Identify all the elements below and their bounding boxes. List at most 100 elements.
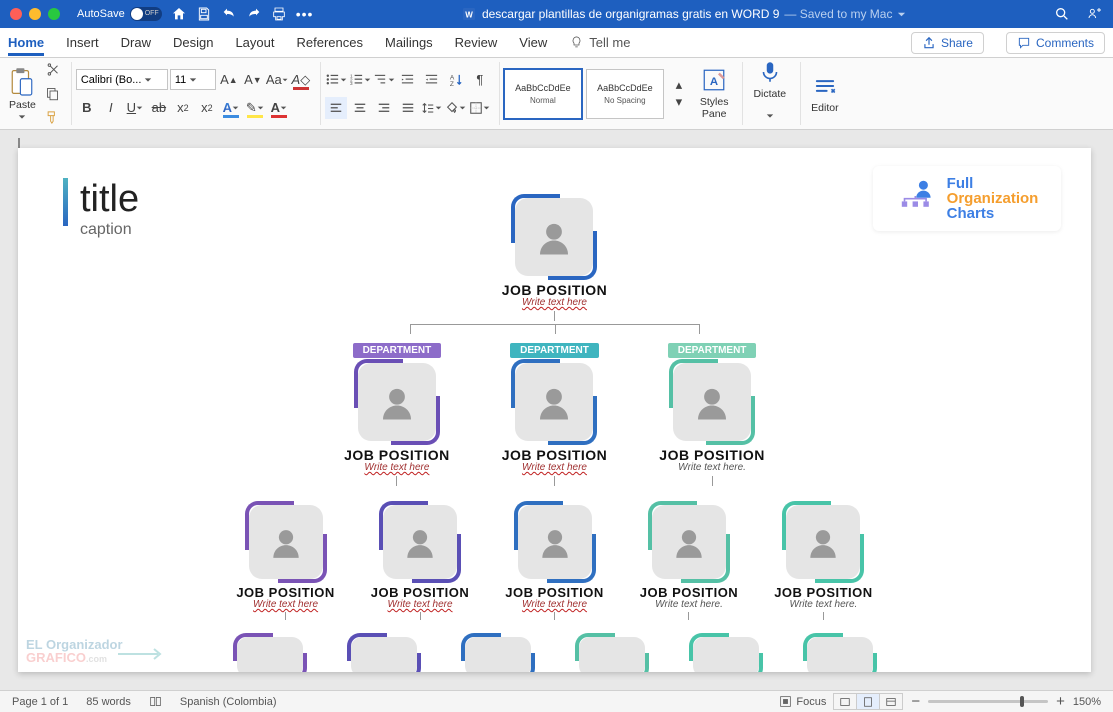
bold-button[interactable]: B (76, 97, 98, 119)
increase-indent-button[interactable] (421, 69, 443, 91)
word-count[interactable]: 85 words (86, 696, 131, 708)
chevron-down-icon[interactable] (18, 113, 26, 121)
bullets-button[interactable] (325, 69, 347, 91)
tab-insert[interactable]: Insert (66, 29, 99, 56)
maximize-window-button[interactable] (48, 8, 60, 20)
job-position-label: JOB POSITION (774, 585, 872, 600)
clear-formatting-button[interactable]: A◇ (290, 69, 312, 91)
org-node[interactable]: JOB POSITION Write text here (371, 505, 469, 623)
increase-font-button[interactable]: A▲ (218, 69, 240, 91)
spellcheck-indicator[interactable] (149, 695, 162, 708)
align-left-button[interactable] (325, 97, 347, 119)
language-indicator[interactable]: Spanish (Colombia) (180, 696, 277, 708)
decrease-font-button[interactable]: A▼ (242, 69, 264, 91)
tab-design[interactable]: Design (173, 29, 213, 56)
styles-scroll-down[interactable]: ▾ (668, 94, 690, 110)
org-node-partial[interactable] (807, 637, 873, 672)
italic-button[interactable]: I (100, 97, 122, 119)
org-node-partial[interactable] (237, 637, 303, 672)
styles-scroll-up[interactable]: ▴ (668, 77, 690, 93)
page-indicator[interactable]: Page 1 of 1 (12, 696, 68, 708)
tab-references[interactable]: References (297, 29, 363, 56)
style-normal[interactable]: AaBbCcDdEe Normal (504, 69, 582, 119)
org-node-partial[interactable] (351, 637, 417, 672)
tab-review[interactable]: Review (455, 29, 498, 56)
borders-button[interactable] (469, 97, 491, 119)
connector (712, 476, 713, 486)
focus-mode-button[interactable]: Focus (779, 695, 826, 708)
autosave-toggle[interactable]: AutoSave OFF (77, 7, 162, 21)
subscript-button[interactable]: x2 (172, 97, 194, 119)
zoom-in-button[interactable]: + (1056, 693, 1065, 710)
cut-button[interactable] (43, 60, 63, 80)
save-icon[interactable] (196, 6, 212, 22)
dictate-button[interactable]: Dictate (747, 59, 792, 129)
show-marks-button[interactable]: ¶ (469, 69, 491, 91)
tab-view[interactable]: View (519, 29, 547, 56)
zoom-slider[interactable] (928, 700, 1048, 703)
org-node[interactable]: JOB POSITION Write text here (236, 505, 334, 623)
highlight-button[interactable]: ✎ (244, 97, 266, 119)
org-node[interactable]: DEPARTMENT JOB POSITION Write text here. (659, 343, 765, 489)
org-node[interactable]: JOB POSITION Write text here (505, 505, 603, 623)
change-case-button[interactable]: Aa (266, 69, 288, 91)
line-spacing-button[interactable] (421, 97, 443, 119)
org-node-top[interactable]: JOB POSITION Write text here (502, 198, 608, 308)
copy-button[interactable] (43, 84, 63, 104)
org-node[interactable]: DEPARTMENT JOB POSITION Write text here (502, 343, 608, 489)
styles-pane-button[interactable]: A Styles Pane (694, 67, 735, 120)
redo-icon[interactable] (246, 6, 262, 22)
org-chart[interactable]: JOB POSITION Write text here DEPARTMENT … (18, 198, 1091, 672)
close-window-button[interactable] (10, 8, 22, 20)
superscript-button[interactable]: x2 (196, 97, 218, 119)
org-node-partial[interactable] (465, 637, 531, 672)
comments-button[interactable]: Comments (1006, 32, 1105, 54)
tab-draw[interactable]: Draw (121, 29, 151, 56)
tab-home[interactable]: Home (8, 29, 44, 56)
font-color-button[interactable]: A (268, 97, 290, 119)
tell-me-search[interactable]: Tell me (569, 35, 630, 50)
more-icon[interactable]: ••• (296, 6, 314, 22)
zoom-level[interactable]: 150% (1073, 696, 1101, 708)
home-icon[interactable] (171, 6, 187, 22)
text-effects-button[interactable]: A (220, 97, 242, 119)
shading-button[interactable] (445, 97, 467, 119)
org-node-partial[interactable] (579, 637, 645, 672)
document-area[interactable]: title caption FullOrganizationCharts JOB… (0, 130, 1113, 690)
format-painter-button[interactable] (43, 108, 63, 128)
paste-button[interactable]: Paste (6, 67, 39, 121)
autosave-switch[interactable]: OFF (130, 7, 162, 21)
underline-button[interactable]: U (124, 97, 146, 119)
decrease-indent-button[interactable] (397, 69, 419, 91)
tab-mailings[interactable]: Mailings (385, 29, 433, 56)
org-node-partial[interactable] (693, 637, 759, 672)
undo-icon[interactable] (221, 6, 237, 22)
org-node[interactable]: JOB POSITION Write text here. (640, 505, 738, 623)
tab-layout[interactable]: Layout (235, 29, 274, 56)
font-selector[interactable]: Calibri (Bo... (76, 69, 168, 90)
read-mode-button[interactable] (833, 693, 857, 710)
editor-button[interactable]: Editor (805, 73, 844, 114)
share-button[interactable]: Share (911, 32, 984, 54)
print-layout-button[interactable] (856, 693, 880, 710)
strikethrough-button[interactable]: ab (148, 97, 170, 119)
account-icon[interactable] (1087, 6, 1103, 22)
align-center-button[interactable] (349, 97, 371, 119)
sort-button[interactable]: AZ (445, 69, 467, 91)
document-title[interactable]: W descargar plantillas de organigramas g… (322, 6, 1045, 22)
search-icon[interactable] (1054, 6, 1070, 22)
print-icon[interactable] (271, 6, 287, 22)
align-right-button[interactable] (373, 97, 395, 119)
numbering-button[interactable]: 123 (349, 69, 371, 91)
chevron-down-icon[interactable] (897, 10, 906, 19)
zoom-out-button[interactable]: − (911, 693, 920, 710)
style-no-spacing[interactable]: AaBbCcDdEe No Spacing (586, 69, 664, 119)
minimize-window-button[interactable] (29, 8, 41, 20)
org-node[interactable]: JOB POSITION Write text here. (774, 505, 872, 623)
multilevel-list-button[interactable] (373, 69, 395, 91)
org-node[interactable]: DEPARTMENT JOB POSITION Write text here (344, 343, 450, 489)
web-layout-button[interactable] (879, 693, 903, 710)
department-badge: DEPARTMENT (510, 343, 599, 358)
font-size-selector[interactable]: 11 (170, 69, 216, 90)
justify-button[interactable] (397, 97, 419, 119)
